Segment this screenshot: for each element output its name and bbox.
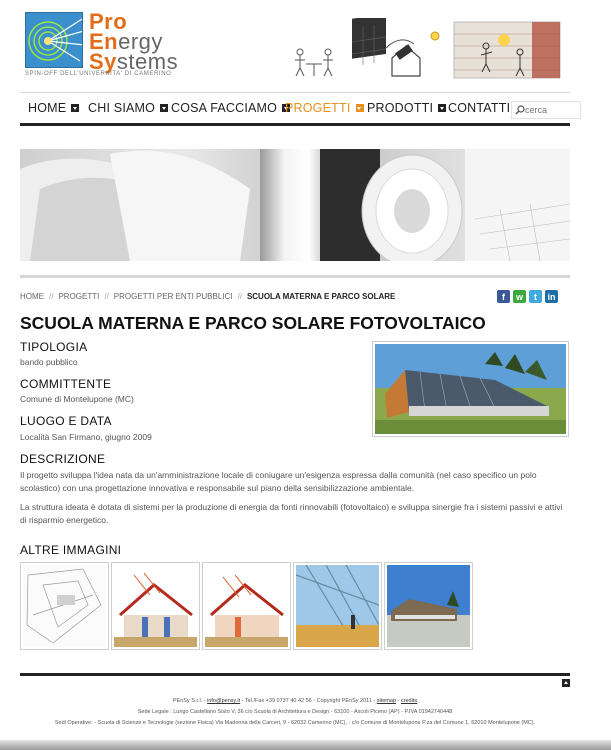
window-bottom-edge [0, 740, 611, 750]
sun-logo-icon [25, 12, 83, 68]
nav-item-progetti[interactable]: PROGETTI [285, 101, 364, 115]
search-box [511, 101, 581, 119]
nav-item-home[interactable]: HOME [28, 101, 80, 115]
committente-heading: COMMITTENTE [20, 377, 112, 391]
thumbnail-section-1[interactable] [111, 562, 200, 650]
footer-sitemap-link[interactable]: sitemap [377, 698, 396, 704]
breadcrumb-current: SCUOLA MATERNA E PARCO SOLARE [246, 292, 396, 301]
search-input[interactable] [525, 105, 577, 115]
thumbnail-interior[interactable] [293, 562, 382, 650]
social-share: f w t in [497, 290, 558, 303]
footer-line-2: Sede Legale : Lungo Castellano Sisto V, … [137, 709, 453, 715]
linkedin-icon[interactable]: in [545, 290, 558, 303]
thumbnail-exterior[interactable] [384, 562, 473, 650]
footer-divider [20, 673, 570, 676]
footer-line-3: Sedi Operative: - Scuola di Scienze e Te… [54, 720, 536, 726]
search-icon[interactable] [515, 105, 525, 115]
facebook-icon[interactable]: f [497, 290, 510, 303]
footer-line-1: PEnSy S.r.l. - info@pensy.it - Tel./Fax … [172, 698, 418, 704]
footer-credits-link[interactable]: credits [401, 698, 417, 704]
site-logo[interactable]: Pro Energy Systems SPIN-OFF DELL'UNIVERS… [25, 9, 185, 80]
committente-value: Comune di Montelupone (MC) [20, 394, 134, 404]
thumbnail-section-2[interactable] [202, 562, 291, 650]
dropdown-arrow-icon[interactable] [355, 104, 364, 112]
logo-tagline: SPIN-OFF DELL'UNIVERSITA' DI CAMERINO [25, 71, 172, 77]
descrizione-heading: DESCRIZIONE [20, 452, 106, 466]
nav-item-contatti[interactable]: CONTATTI [448, 101, 510, 115]
descrizione-paragraph-1: Il progetto sviluppa l'idea nata da un'a… [20, 470, 537, 493]
footer: PEnSy S.r.l. - info@pensy.it - Tel./Fax … [20, 696, 570, 729]
breadcrumb-link-enti-pubblici[interactable]: PROGETTI PER ENTI PUBBLICI [114, 292, 233, 301]
thumbnail-gallery [20, 562, 473, 650]
nav-item-chi-siamo[interactable]: CHI SIAMO [88, 101, 169, 115]
thumbnail-site-plan[interactable] [20, 562, 109, 650]
dropdown-arrow-icon[interactable] [160, 104, 169, 112]
luogo-heading: LUOGO E DATA [20, 414, 112, 428]
logo-wordmark: Pro Energy Systems [89, 9, 179, 74]
page-title: SCUOLA MATERNA E PARCO SOLARE FOTOVOLTAI… [20, 313, 486, 333]
project-photo[interactable] [372, 341, 569, 437]
tipologia-value: bando pubblico [20, 357, 78, 367]
divider [20, 275, 570, 278]
scroll-top-icon[interactable] [562, 679, 570, 687]
banner-image [20, 149, 570, 261]
nav-item-cosa-facciamo[interactable]: COSA FACCIAMO [171, 101, 291, 115]
descrizione-paragraph-2: La struttura ideata è dotata di sistemi … [20, 502, 563, 525]
main-nav: HOME CHI SIAMO COSA FACCIAMO PROGETTI PR… [20, 92, 581, 126]
footer-email-link[interactable]: info@pensy.it [207, 698, 240, 704]
twitter-icon[interactable]: t [529, 290, 542, 303]
breadcrumb: HOME // PROGETTI // PROGETTI PER ENTI PU… [20, 292, 396, 301]
luogo-value: Località San Firmano, giugno 2009 [20, 432, 152, 442]
altre-immagini-heading: ALTRE IMMAGINI [20, 543, 122, 557]
tipologia-heading: TIPOLOGIA [20, 340, 88, 354]
breadcrumb-link-home[interactable]: HOME [20, 292, 44, 301]
breadcrumb-link-progetti[interactable]: PROGETTI [58, 292, 99, 301]
nav-item-prodotti[interactable]: PRODOTTI [367, 101, 447, 115]
header-illustration [286, 13, 562, 82]
dropdown-arrow-icon[interactable] [438, 104, 447, 112]
whatsapp-icon[interactable]: w [513, 290, 526, 303]
dropdown-arrow-icon[interactable] [71, 104, 80, 112]
